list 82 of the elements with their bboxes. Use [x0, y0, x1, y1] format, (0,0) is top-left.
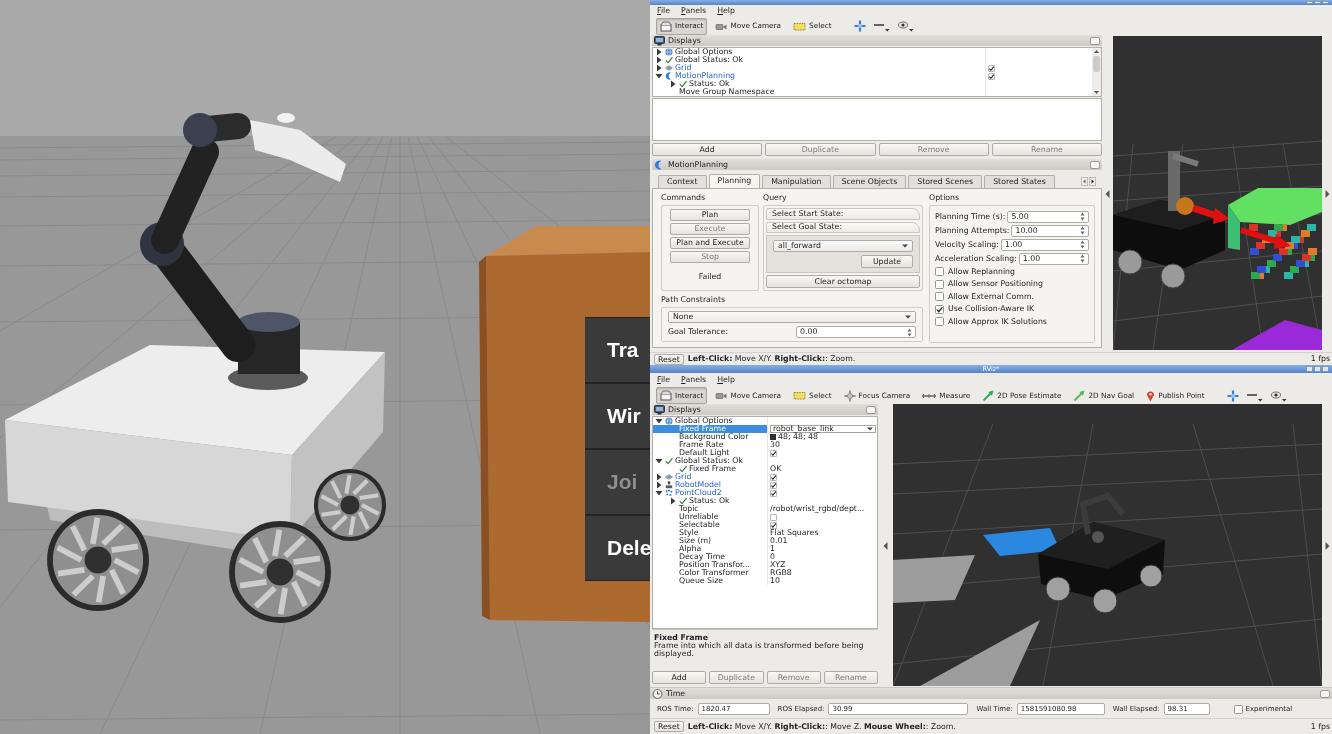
scroll-left-icon[interactable] [1081, 176, 1088, 186]
robot-icon [665, 481, 673, 489]
camera-icon [715, 390, 728, 401]
checkbox[interactable] [770, 481, 777, 489]
checkbox[interactable] [770, 473, 777, 481]
plus-icon[interactable] [1226, 389, 1239, 402]
checkbox[interactable] [770, 513, 777, 521]
maximize-icon[interactable] [1314, 366, 1321, 372]
tree-arrow-icon[interactable] [655, 481, 663, 489]
close-icon[interactable] [1322, 366, 1329, 372]
spin-arrows-icon [1080, 212, 1085, 221]
tree-arrow-icon[interactable] [655, 457, 663, 465]
checkbox[interactable] [1233, 704, 1243, 714]
grid-icon [665, 473, 673, 481]
minimize-icon[interactable] [1306, 366, 1313, 372]
menu-item[interactable]: Tra [585, 318, 650, 382]
tree-arrow-icon[interactable] [655, 56, 663, 64]
caret-icon [902, 244, 908, 248]
arrow-icon [1073, 389, 1086, 402]
tree-arrow-icon[interactable] [655, 473, 663, 481]
splitter-arrow-icon[interactable] [1324, 189, 1330, 198]
plus-icon[interactable] [853, 20, 866, 32]
globe-icon [665, 417, 673, 425]
arrow-icon [982, 389, 995, 402]
scroll-right-icon[interactable] [1089, 176, 1096, 186]
tree-arrow-icon[interactable] [655, 48, 663, 56]
maximize-icon[interactable] [1314, 1, 1321, 4]
check-icon [665, 56, 673, 64]
menu-item[interactable]: Dele [585, 516, 650, 580]
spin-arrows-icon [1080, 254, 1085, 263]
checkbox[interactable] [770, 449, 777, 457]
crescent-icon [665, 72, 673, 80]
check-icon [679, 497, 687, 505]
point-cloud-drawing [1249, 224, 1317, 279]
selection-icon [793, 390, 806, 401]
tree-arrow-icon[interactable] [655, 64, 663, 72]
minimize-icon[interactable] [1306, 1, 1313, 4]
checkbox[interactable] [935, 304, 944, 314]
eye-icon[interactable] [1270, 389, 1287, 402]
tree-arrow-icon[interactable] [655, 489, 663, 497]
checkbox[interactable] [935, 267, 944, 277]
target-icon [843, 389, 856, 402]
checkbox[interactable] [770, 521, 777, 529]
float-icon[interactable] [1090, 160, 1100, 169]
splitter-arrow-icon[interactable] [883, 541, 888, 550]
tree-arrow-icon[interactable] [655, 417, 663, 425]
splitter-arrow-icon[interactable] [1105, 189, 1110, 198]
float-icon[interactable] [1090, 36, 1100, 45]
checkbox[interactable] [988, 64, 995, 72]
checkbox[interactable] [935, 292, 944, 302]
pin-icon [1146, 389, 1156, 402]
caret-icon [905, 315, 911, 319]
check-icon [679, 80, 687, 88]
tray-icon [660, 390, 672, 401]
close-icon[interactable] [1322, 1, 1329, 4]
selection-icon [793, 20, 806, 32]
checkbox[interactable] [988, 72, 995, 80]
float-icon[interactable] [1320, 689, 1330, 698]
checkbox[interactable] [770, 489, 777, 497]
monitor-icon [654, 404, 665, 415]
spin-arrows-icon [1080, 240, 1085, 249]
checkbox[interactable] [935, 279, 944, 289]
globe-icon [665, 48, 673, 56]
splitter-arrow-icon[interactable] [1324, 541, 1330, 550]
float-icon[interactable] [866, 405, 876, 414]
scrollbar[interactable] [1092, 48, 1101, 96]
object-drawing [277, 113, 295, 123]
arrow-drawing [1240, 227, 1291, 249]
caret-icon [867, 427, 873, 431]
dots-icon [665, 489, 673, 497]
grid-icon [665, 64, 673, 72]
monitor-icon [654, 35, 665, 46]
arrow-drawing [1191, 204, 1230, 224]
checkbox[interactable] [935, 317, 944, 327]
tray-icon [660, 20, 672, 32]
menu-item[interactable]: Wir [585, 384, 650, 448]
tree-arrow-icon[interactable] [669, 497, 677, 505]
spin-arrows-icon [907, 327, 912, 337]
spin-arrows-icon [1080, 226, 1085, 235]
tree-arrow-icon[interactable] [669, 80, 677, 88]
eye-icon[interactable] [897, 20, 914, 32]
tree-arrow-icon[interactable] [655, 72, 663, 80]
